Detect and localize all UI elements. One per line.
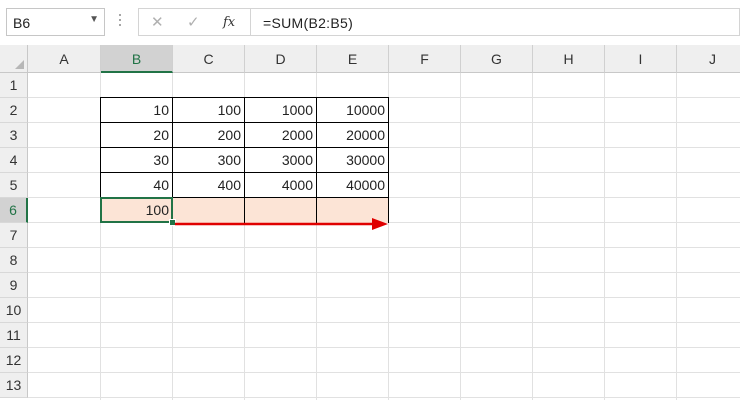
spreadsheet-grid[interactable]: ABCDEFGHIJ 1 2 3 4 5 6 7 8 9 10 11 12 13 10 100 1000 10… [0,45,740,400]
name-box[interactable]: B6 ▼ [6,8,105,36]
check-icon[interactable]: ✓ [187,13,200,31]
chevron-down-icon[interactable]: ▼ [89,14,99,25]
arrow-head [372,218,388,230]
formula-bar-area: B6 ▼ ✕ ✓ fx =SUM(B2:B5) [0,0,740,45]
formula-buttons: ✕ ✓ fx [138,8,250,36]
fill-arrow-annotation [175,218,388,230]
formula-input[interactable]: =SUM(B2:B5) [250,8,740,36]
formula-text: =SUM(B2:B5) [263,15,354,31]
formula-bar-splitter[interactable] [118,14,122,30]
close-icon[interactable]: ✕ [151,13,164,31]
fx-icon[interactable]: fx [223,15,235,30]
name-box-value: B6 [13,15,31,31]
